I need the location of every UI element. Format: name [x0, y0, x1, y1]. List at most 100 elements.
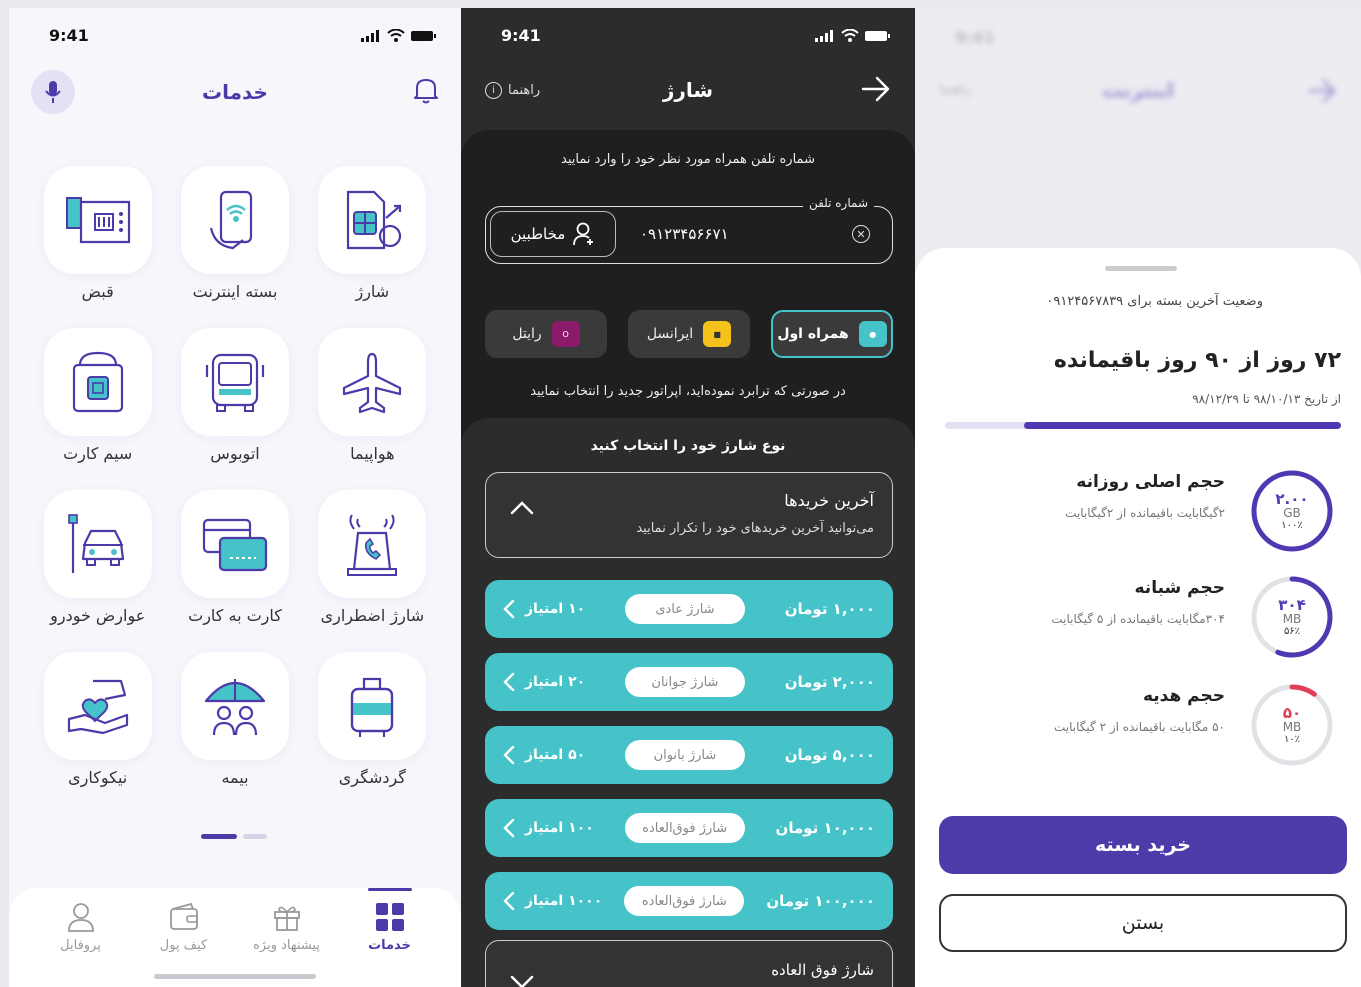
- volume-sub: ۵۰ مگابایت باقیمانده از ۲ گیگابایت: [1054, 720, 1225, 734]
- wallet-icon: [169, 902, 198, 930]
- status-bar: 9:41: [49, 26, 437, 45]
- chevron-down-icon: [510, 975, 534, 987]
- charge-plan[interactable]: ۵,۰۰۰ تومان شارژ بانوان ۵۰ امتیاز: [485, 726, 893, 784]
- charge-type-panel: نوع شارژ خود را انتخاب کنید آخرین خریدها…: [461, 418, 915, 987]
- tab-services[interactable]: خدمات: [345, 888, 435, 953]
- operator-selector: ● همراه اول ■ ایرانسل O رایتل: [485, 310, 893, 358]
- plan-price: ۲,۰۰۰ تومان: [784, 673, 875, 691]
- service-tile[interactable]: شارژ: [304, 166, 441, 310]
- charge-panel: شماره تلفن همراه مورد نظر خود را وارد نم…: [461, 130, 915, 987]
- volume-sub: ۲گیگابایت باقیمانده از ۲گیگابایت: [1065, 506, 1225, 520]
- service-tile[interactable]: نیکوکاری: [29, 652, 166, 796]
- wifi-icon: [841, 29, 859, 42]
- gift-icon: [273, 906, 300, 931]
- days-progress-fill: [1024, 422, 1341, 429]
- plan-points: ۱۰ امتیاز: [503, 599, 585, 619]
- chevron-up-icon: [510, 501, 534, 515]
- status-for-number: وضعیت آخرین بسته برای ۰۹۱۲۴۵۶۷۸۳۹: [1046, 294, 1263, 309]
- service-tile[interactable]: هواپیما: [304, 328, 441, 472]
- operator-mci[interactable]: ● همراه اول: [771, 310, 893, 358]
- service-tile[interactable]: گردشگری: [304, 652, 441, 796]
- recent-purchases-accordion[interactable]: آخرین خریدها می‌توانید آخرین خریدهای خود…: [485, 472, 893, 558]
- volume-percent: ۵۶٪: [1283, 626, 1301, 638]
- service-tile[interactable]: اتوبوس: [166, 328, 303, 472]
- contacts-button[interactable]: مخاطبین: [490, 211, 616, 257]
- service-tile[interactable]: کارت به کارت: [166, 490, 303, 634]
- charge-plan[interactable]: ۲,۰۰۰ تومان شارژ جوانان ۲۰ امتیاز: [485, 653, 893, 711]
- arrow-right-icon[interactable]: [1307, 78, 1337, 104]
- irancell-logo-icon: ■: [703, 321, 732, 347]
- tab-special-offer[interactable]: پیشنهاد ویژه: [242, 902, 332, 953]
- services-screen: 9:41 خدمات شارژ بسته اینترنت قبض هواپیما…: [9, 8, 461, 987]
- chevron-left-icon: [503, 745, 515, 765]
- chevron-left-icon: [503, 818, 515, 838]
- charge-type-heading: نوع شارژ خود را انتخاب کنید: [590, 438, 786, 454]
- service-tile[interactable]: قبض: [29, 166, 166, 310]
- volume-row: حجم شبانه ۳۰۴مگابایت باقیمانده از ۵ گیگا…: [935, 572, 1337, 662]
- operator-irancell[interactable]: ■ ایرانسل: [628, 310, 750, 358]
- plan-points: ۵۰ امتیاز: [503, 745, 585, 765]
- tab-wallet[interactable]: کیف پول: [139, 902, 229, 953]
- sheet-handle[interactable]: [1105, 266, 1177, 271]
- volume-row: حجم اصلی روزانه ۲گیگابایت باقیمانده از ۲…: [935, 466, 1337, 556]
- signal-icon: [361, 29, 379, 42]
- phone-instruction: شماره تلفن همراه مورد نظر خود را وارد نم…: [561, 152, 815, 167]
- notifications-button[interactable]: [413, 76, 439, 108]
- sim-card-icon: [72, 351, 123, 413]
- volume-row: حجم هدیه ۵۰ مگابایت باقیمانده از ۲ گیگاب…: [935, 680, 1337, 770]
- battery-icon: [865, 30, 890, 41]
- plan-points-label: ۵۰ امتیاز: [525, 747, 586, 763]
- volume-ring-text: ۲.۰۰ GB ۱۰۰٪: [1247, 466, 1337, 556]
- close-button[interactable]: بستن: [939, 894, 1347, 952]
- charge-plan[interactable]: ۱,۰۰۰ تومان شارژ عادی ۱۰ امتیاز: [485, 580, 893, 638]
- plan-type: شارژ فوق‌العاده: [624, 813, 745, 843]
- bell-icon: [414, 79, 438, 104]
- charity-hand-heart-icon: [67, 679, 128, 735]
- insurance-umbrella-icon: [204, 679, 266, 736]
- clear-icon[interactable]: ✕: [852, 225, 870, 243]
- days-progress-bar: [945, 422, 1341, 429]
- charge-plan[interactable]: ۱۰,۰۰۰ تومان شارژ فوق‌العاده ۱۰۰ امتیاز: [485, 799, 893, 857]
- service-tile[interactable]: بیمه: [166, 652, 303, 796]
- service-label: کارت به کارت: [188, 606, 282, 625]
- bill-icon: [65, 197, 130, 244]
- date-range: از تاریخ ۹۸/۱۰/۱۳ تا ۹۸/۱۲/۲۹: [1192, 392, 1341, 406]
- arrow-right-icon: [861, 76, 890, 102]
- volume-title: حجم هدیه: [1142, 686, 1225, 706]
- buy-package-button[interactable]: خرید بسته: [939, 816, 1347, 874]
- phone-field[interactable]: شماره تلفن ✕ ۰۹۱۲۳۴۵۶۶۷۱ مخاطبین: [485, 196, 893, 264]
- rightel-logo-icon: O: [551, 321, 580, 347]
- tab-label: پیشنهاد ویژه: [253, 938, 320, 953]
- service-tile[interactable]: بسته اینترنت: [166, 166, 303, 310]
- service-tile[interactable]: سیم کارت: [29, 328, 166, 472]
- operator-rightel[interactable]: O رایتل: [485, 310, 607, 358]
- volume-ring-text: ۵۰ MB ۱۰٪: [1247, 680, 1337, 770]
- charge-plan[interactable]: ۱۰۰,۰۰۰ تومان شارژ فوق‌العاده ۱۰۰۰ امتیا…: [485, 872, 893, 930]
- user-icon: [67, 903, 94, 932]
- bus-icon: [205, 353, 265, 412]
- mci-logo-icon: ●: [858, 321, 887, 347]
- volume-percent: ۱۰۰٪: [1281, 520, 1303, 532]
- back-button[interactable]: [861, 76, 891, 106]
- home-indicator: [154, 974, 316, 979]
- page-dot-active: [201, 834, 237, 839]
- plan-type: شارژ عادی: [624, 594, 745, 624]
- plan-price: ۱۰۰,۰۰۰ تومان: [766, 892, 875, 910]
- internet-status-screen: 9:41 راهنما اینترنت وضعیت آخرین بسته برا…: [915, 8, 1361, 987]
- phone-label: شماره تلفن: [802, 196, 874, 210]
- page-title: شارژ: [662, 78, 714, 102]
- charge-screen: 9:41 i راهنما شارژ شماره تلفن همراه مورد…: [461, 8, 915, 987]
- plan-points-label: ۱۰۰ امتیاز: [525, 820, 594, 836]
- phone-value[interactable]: ۰۹۱۲۳۴۵۶۶۷۱: [640, 225, 729, 243]
- tab-profile[interactable]: پروفایل: [36, 902, 126, 953]
- page-indicator: [201, 834, 267, 839]
- volume-unit: GB: [1283, 506, 1301, 521]
- service-tile[interactable]: عوارض خودرو: [29, 490, 166, 634]
- service-tile[interactable]: شارژ اضطراری: [304, 490, 441, 634]
- extra-charge-accordion[interactable]: شارژ فوق العاده: [485, 940, 893, 987]
- service-label: بسته اینترنت: [192, 282, 278, 301]
- plan-points-label: ۱۰۰۰ امتیاز: [525, 893, 603, 909]
- plan-type: شارژ فوق‌العاده: [624, 886, 745, 916]
- operator-label: رایتل: [512, 326, 542, 342]
- plan-type: شارژ بانوان: [624, 740, 745, 770]
